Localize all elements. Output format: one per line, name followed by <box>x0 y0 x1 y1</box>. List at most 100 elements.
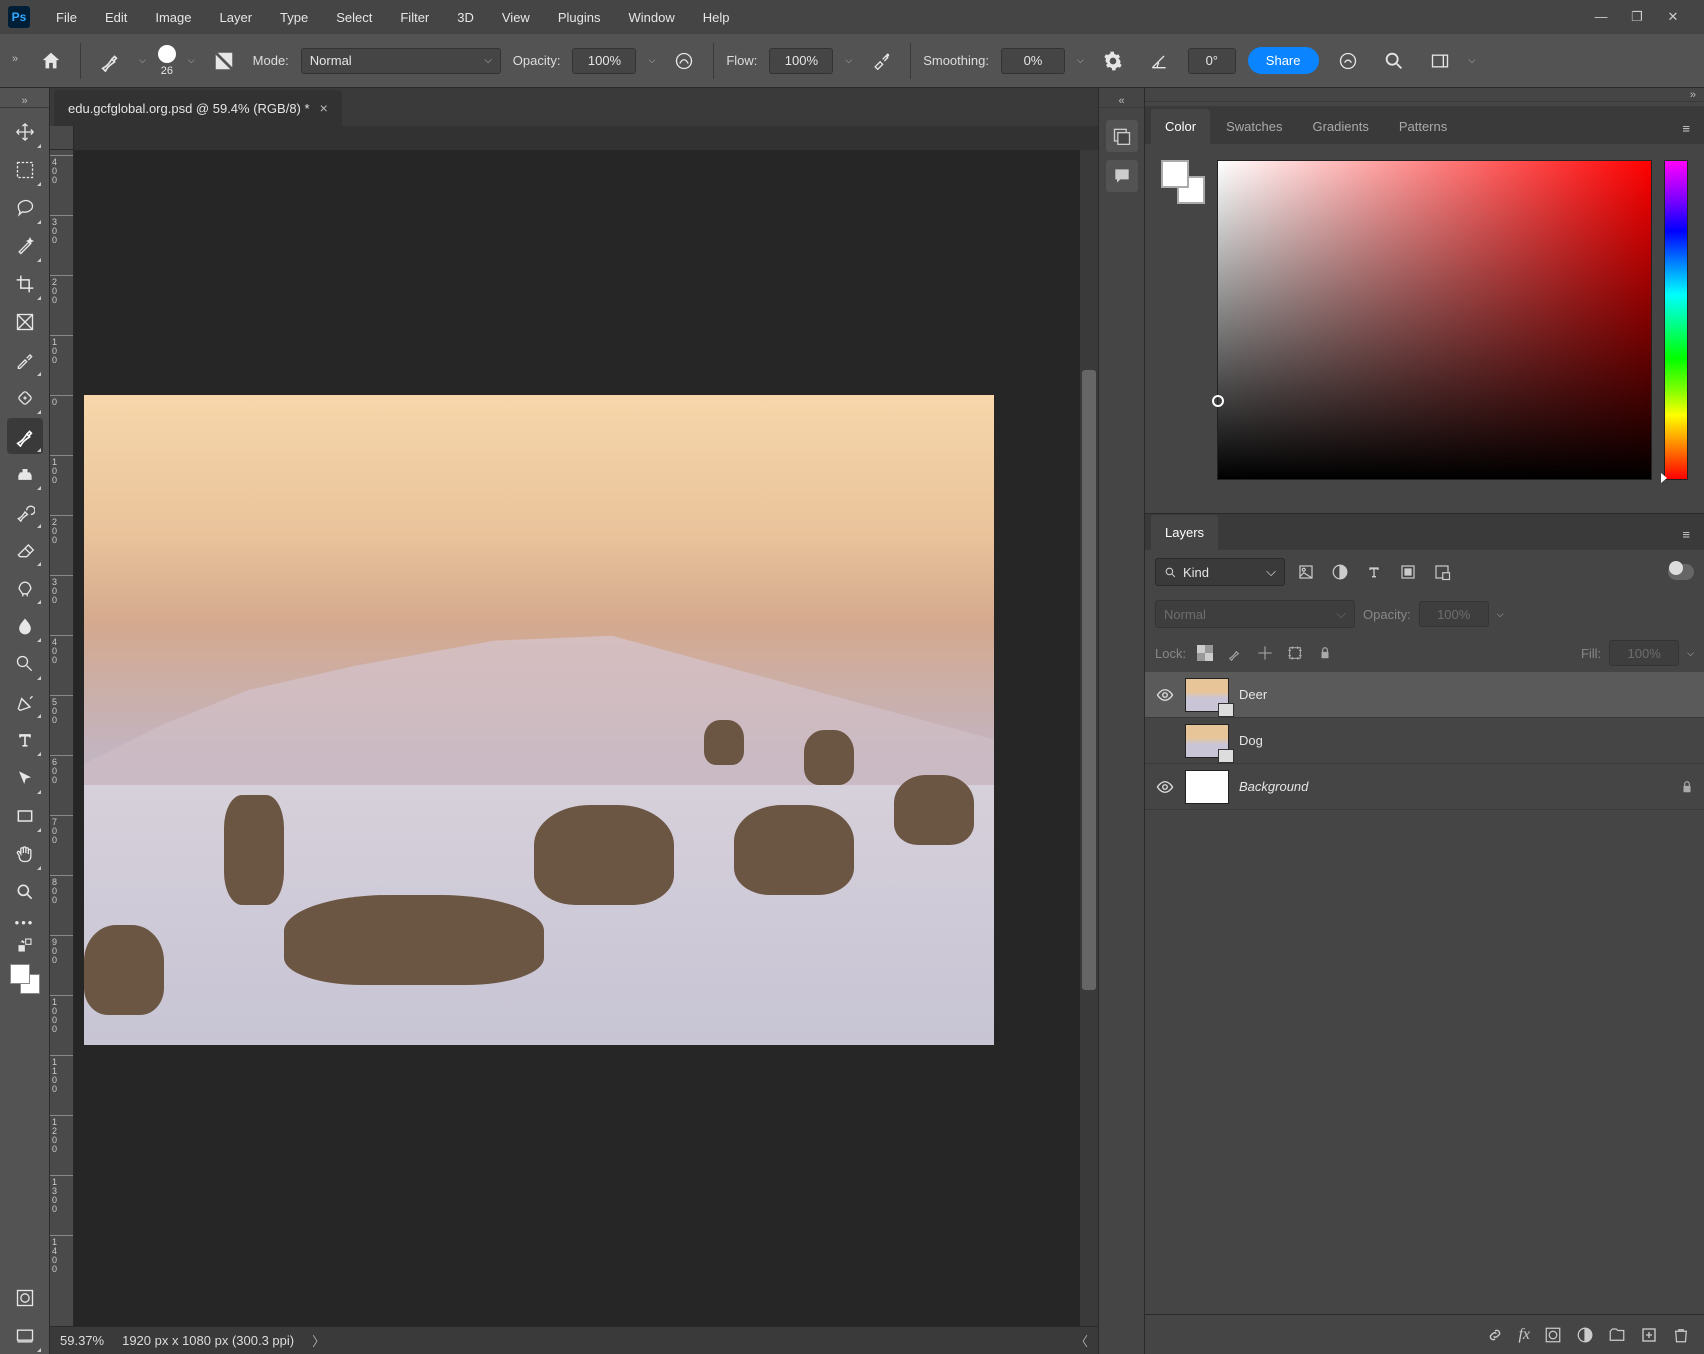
gradient-tool[interactable] <box>7 570 43 606</box>
lock-all-icon[interactable] <box>1314 642 1336 664</box>
color-panel-menu[interactable]: ≡ <box>1674 113 1698 144</box>
color-cursor[interactable] <box>1212 395 1224 407</box>
tab-patterns[interactable]: Patterns <box>1385 109 1461 144</box>
foreground-background-colors[interactable] <box>10 964 40 994</box>
minimize-button[interactable]: — <box>1592 9 1610 25</box>
dodge-tool[interactable] <box>7 646 43 682</box>
foreground-color-swatch[interactable] <box>10 964 30 984</box>
edit-toolbar-button[interactable]: ••• <box>7 912 43 932</box>
rectangle-tool[interactable] <box>7 798 43 834</box>
close-button[interactable]: ✕ <box>1664 9 1682 25</box>
share-button[interactable]: Share <box>1248 47 1319 74</box>
airbrush-button[interactable] <box>864 44 898 78</box>
comments-panel-button[interactable] <box>1106 160 1138 192</box>
fill-field[interactable]: 100% <box>1609 640 1679 666</box>
marquee-tool[interactable] <box>7 152 43 188</box>
zoom-tool[interactable] <box>7 874 43 910</box>
panels-collapse-handle[interactable]: » <box>1145 88 1704 102</box>
tool-preset-chevron[interactable]: ⌵ <box>139 55 146 66</box>
layer-row[interactable]: Background <box>1145 764 1704 810</box>
canvas-scrollbar-vertical[interactable] <box>1080 150 1098 1326</box>
lock-pixels-icon[interactable] <box>1224 642 1246 664</box>
group-layers-icon[interactable] <box>1608 1326 1626 1344</box>
blur-tool[interactable] <box>7 608 43 644</box>
layer-row[interactable]: Deer <box>1145 672 1704 718</box>
layer-thumbnail[interactable] <box>1185 770 1229 804</box>
layer-list[interactable]: Deer Dog Background <box>1145 672 1704 1314</box>
status-chevron[interactable]: 〉 <box>312 1331 325 1350</box>
collapse-handle-left[interactable]: » <box>8 39 22 79</box>
menu-layer[interactable]: Layer <box>208 6 265 29</box>
adjustment-layer-icon[interactable] <box>1576 1326 1594 1344</box>
layer-name[interactable]: Deer <box>1239 687 1694 702</box>
filter-type-icon[interactable] <box>1361 559 1387 585</box>
layer-thumbnail[interactable] <box>1185 724 1229 758</box>
menu-3d[interactable]: 3D <box>445 6 486 29</box>
workspace-chevron[interactable]: ⌵ <box>1469 55 1476 66</box>
screen-mode-button[interactable] <box>7 1318 43 1354</box>
clone-stamp-tool[interactable] <box>7 456 43 492</box>
lasso-tool[interactable] <box>7 190 43 226</box>
tool-preset-picker[interactable] <box>93 44 127 78</box>
new-layer-icon[interactable] <box>1640 1326 1658 1344</box>
delete-layer-icon[interactable] <box>1672 1326 1690 1344</box>
brush-preset-picker[interactable]: 26 <box>158 45 176 77</box>
layer-opacity-field[interactable]: 100% <box>1419 601 1489 627</box>
layer-opacity-chevron[interactable]: ⌵ <box>1497 609 1504 620</box>
hue-cursor[interactable] <box>1661 473 1667 483</box>
layer-name[interactable]: Dog <box>1239 733 1694 748</box>
brush-settings-button[interactable] <box>207 44 241 78</box>
smoothing-field[interactable]: 0% <box>1001 48 1065 74</box>
path-selection-tool[interactable] <box>7 760 43 796</box>
layers-panel-menu[interactable]: ≡ <box>1674 519 1698 550</box>
layer-style-icon[interactable]: fx <box>1518 1326 1530 1344</box>
menu-filter[interactable]: Filter <box>388 6 441 29</box>
link-layers-icon[interactable] <box>1486 1326 1504 1344</box>
angle-field[interactable]: 0° <box>1188 48 1236 74</box>
fg-bg-swatches[interactable] <box>1161 160 1205 204</box>
workspace-switcher[interactable] <box>1423 44 1457 78</box>
crop-tool[interactable] <box>7 266 43 302</box>
pen-tool[interactable] <box>7 684 43 720</box>
brush-size-chevron[interactable]: ⌵ <box>188 55 195 66</box>
maximize-button[interactable]: ❐ <box>1628 9 1646 25</box>
layer-mask-icon[interactable] <box>1544 1326 1562 1344</box>
history-brush-tool[interactable] <box>7 494 43 530</box>
filter-smartobject-icon[interactable] <box>1429 559 1455 585</box>
search-button[interactable] <box>1377 44 1411 78</box>
menu-plugins[interactable]: Plugins <box>546 6 613 29</box>
blend-mode-dropdown[interactable]: Normal⌵ <box>301 48 501 74</box>
move-tool[interactable] <box>7 114 43 150</box>
layer-row[interactable]: Dog <box>1145 718 1704 764</box>
swap-colors-button[interactable] <box>7 934 43 956</box>
home-button[interactable] <box>34 44 68 78</box>
filter-pixel-icon[interactable] <box>1293 559 1319 585</box>
layer-blend-dropdown[interactable]: Normal⌵ <box>1155 600 1355 628</box>
flow-field[interactable]: 100% <box>769 48 833 74</box>
ruler-origin[interactable] <box>50 126 74 150</box>
menu-image[interactable]: Image <box>143 6 203 29</box>
brush-tool[interactable] <box>7 418 43 454</box>
magic-wand-tool[interactable] <box>7 228 43 264</box>
visibility-toggle[interactable] <box>1155 777 1175 797</box>
canvas[interactable] <box>74 150 1098 1326</box>
tab-gradients[interactable]: Gradients <box>1298 109 1382 144</box>
zoom-level[interactable]: 59.37% <box>60 1333 104 1348</box>
filter-shape-icon[interactable] <box>1395 559 1421 585</box>
opacity-field[interactable]: 100% <box>572 48 636 74</box>
fg-color[interactable] <box>1161 160 1189 188</box>
smoothing-chevron[interactable]: ⌵ <box>1077 55 1084 66</box>
layer-name[interactable]: Background <box>1239 779 1670 794</box>
menu-type[interactable]: Type <box>268 6 320 29</box>
frame-tool[interactable] <box>7 304 43 340</box>
lock-position-icon[interactable] <box>1254 642 1276 664</box>
history-panel-button[interactable] <box>1106 120 1138 152</box>
opacity-chevron[interactable]: ⌵ <box>648 55 655 66</box>
close-tab-button[interactable]: × <box>320 100 328 116</box>
hand-tool[interactable] <box>7 836 43 872</box>
menu-help[interactable]: Help <box>691 6 742 29</box>
type-tool[interactable] <box>7 722 43 758</box>
menu-view[interactable]: View <box>490 6 542 29</box>
lock-artboard-icon[interactable] <box>1284 642 1306 664</box>
ruler-vertical[interactable]: 4003002001000100200300400500600700800900… <box>50 150 74 1326</box>
